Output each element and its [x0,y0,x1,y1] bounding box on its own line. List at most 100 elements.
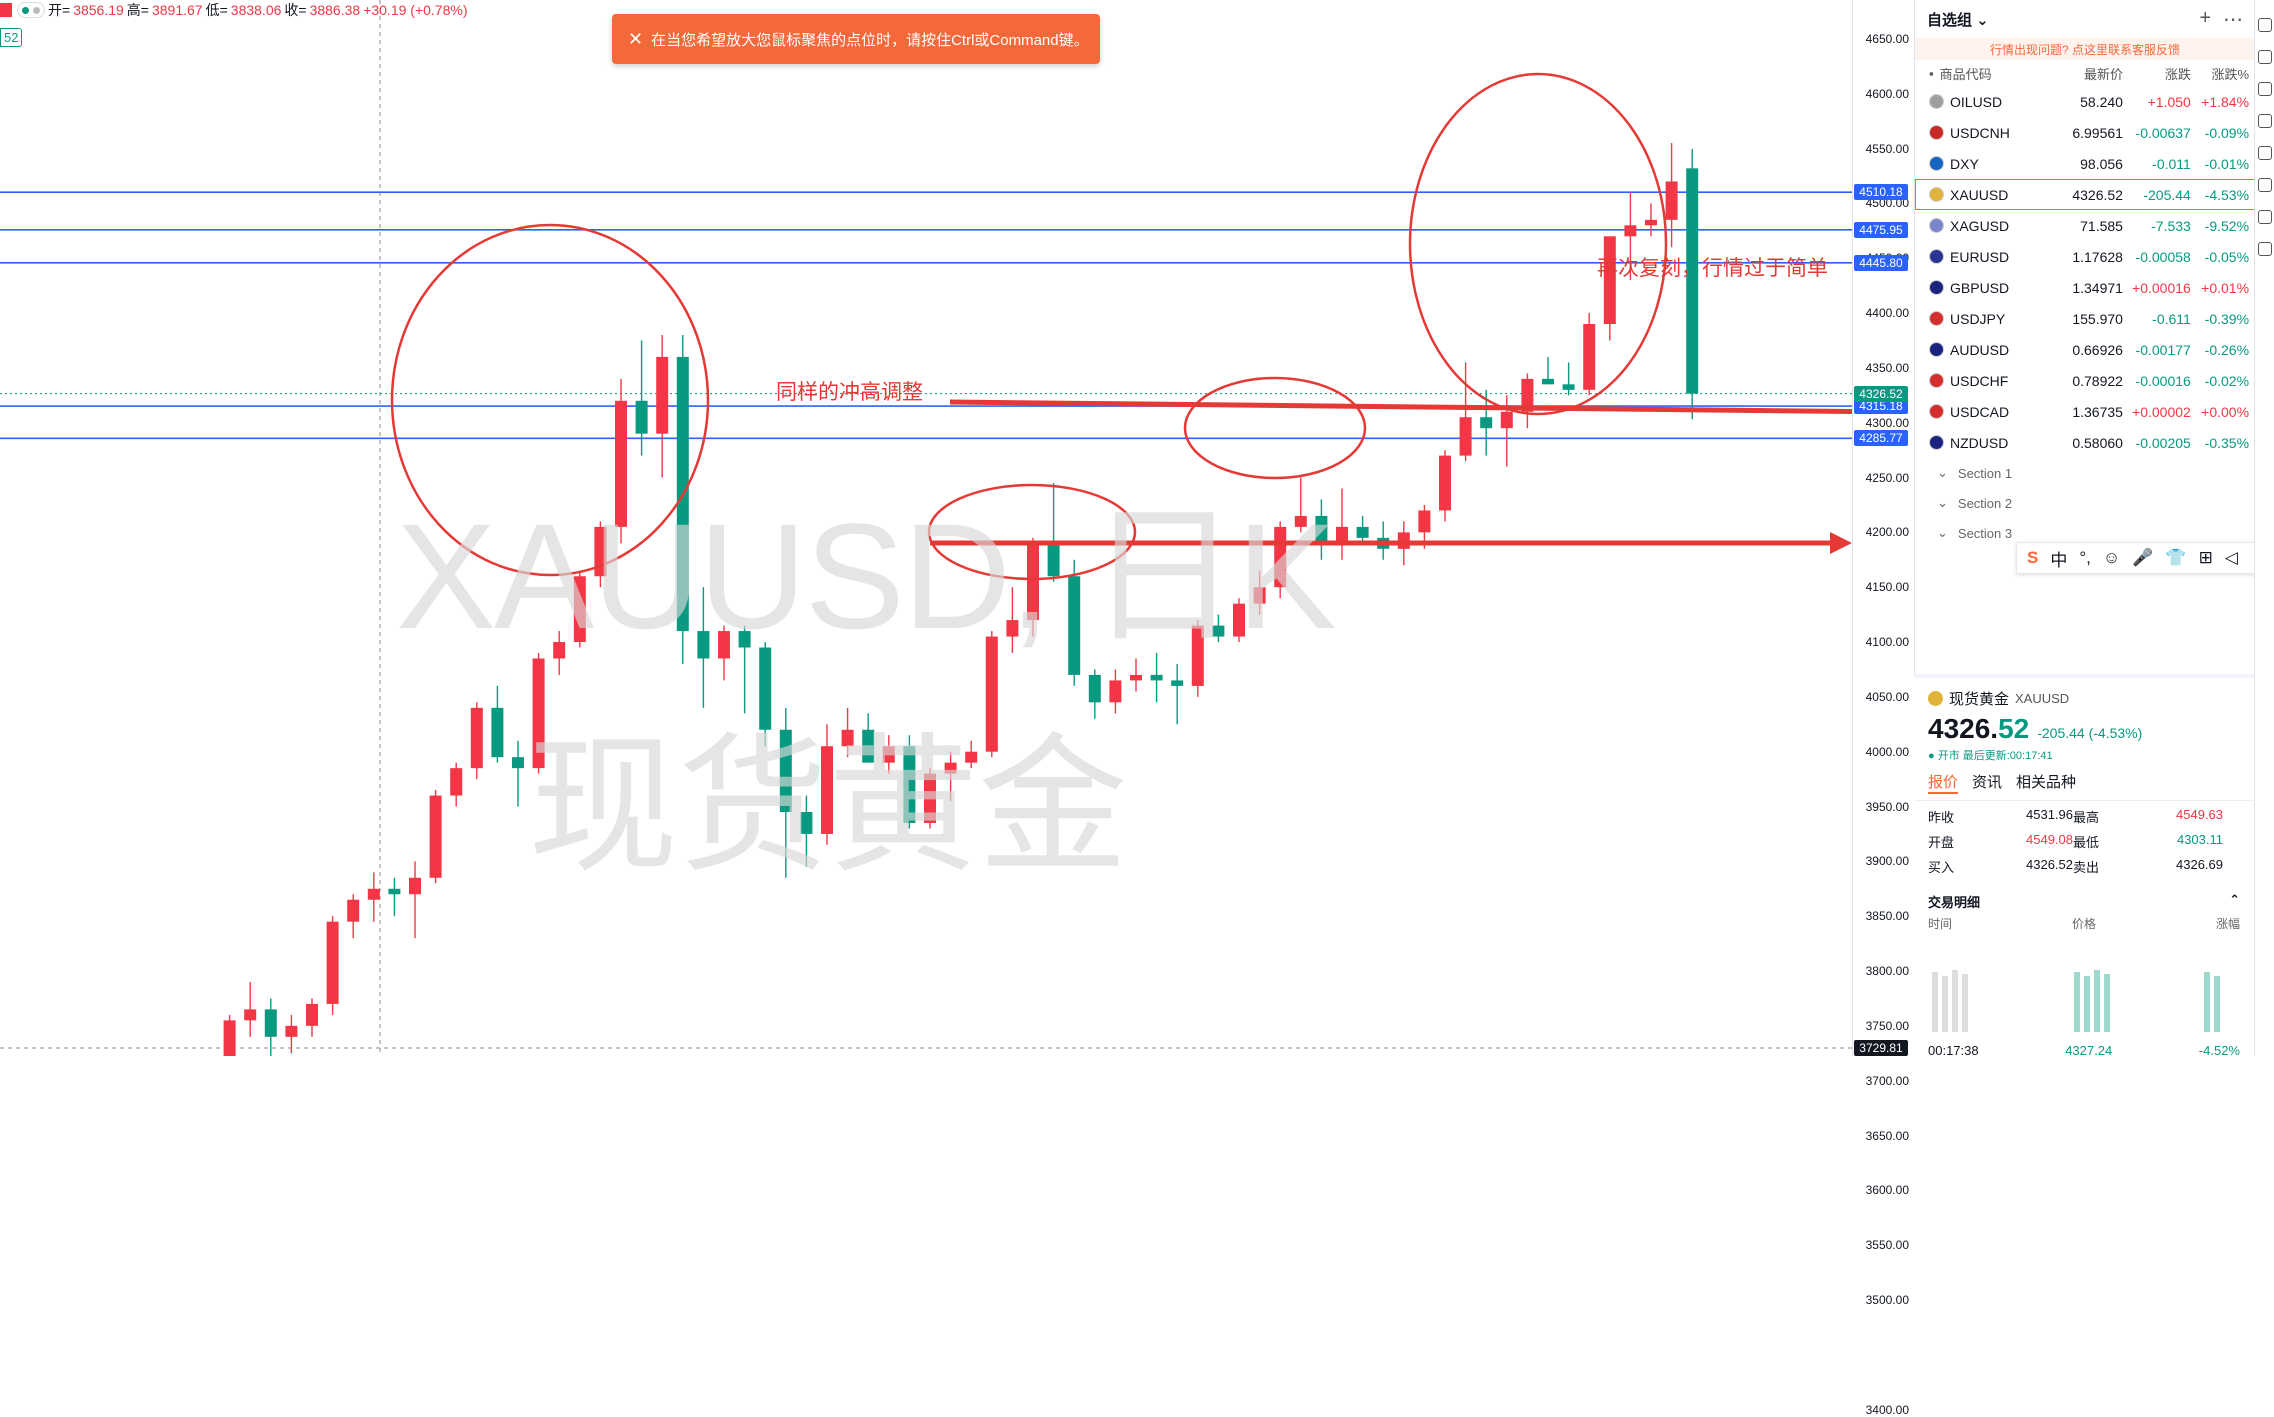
ime-button-4[interactable]: 🎤 [2132,548,2153,568]
row-symbol: OILUSD [1950,93,2003,110]
close-icon[interactable]: ✕ [628,29,643,50]
watermark-symbol: XAUUSD, 日K [396,492,1337,660]
chart-area[interactable]: 开= 3856.19 高= 3891.67 低= 3838.06 收= 3886.38 … [0,0,1852,1056]
row-last: 1.36735 [2072,403,2123,420]
price-tick: 4400.00 [1865,306,1909,321]
watchlist-row-gbpusd[interactable]: GBPUSD 1.34971 +0.00016 +0.01% [1915,272,2255,303]
watchlist-rows: OILUSD 58.240 +1.050 +1.84% USDCNH 6.99561 -0.… [1915,86,2255,458]
section-1[interactable]: ⌄ Section 1 [1915,458,2255,488]
calendar-tool-icon[interactable] [2258,114,2272,128]
price-tick: 3500.00 [1865,1292,1909,1307]
watermark-name: 现货黄金 [528,722,1129,890]
col-change[interactable]: 涨跌 [2123,64,2191,83]
tab-news[interactable]: 资讯 [1972,771,2002,794]
candle-body-22 [450,768,463,796]
ime-button-2[interactable]: °, [2079,548,2091,568]
chat-tool-icon[interactable] [2258,178,2272,192]
candle-body-16 [326,921,339,1004]
row-symbol: XAUUSD [1950,186,2009,203]
detail-tabs: 报价 资讯 相关品种 [1914,765,2254,801]
candle-body-12 [244,1009,257,1021]
price-tick: 4650.00 [1865,31,1909,46]
feedback-banner[interactable]: 行情出现问题? 点这里联系客服反馈 [1915,38,2255,60]
visibility-toggle[interactable] [17,2,45,18]
ime-button-6[interactable]: ⊞ [2199,548,2213,568]
quote-label: 卖出 [2073,860,2100,875]
ideas-tool-icon[interactable] [2258,242,2272,256]
layers-tool-icon[interactable] [2258,146,2272,160]
ime-button-5[interactable]: 👕 [2165,548,2186,568]
candle-body-80 [1645,219,1657,226]
watchlist-row-xauusd[interactable]: XAUUSD 4326.52 -205.44 -4.53% [1915,179,2255,210]
row-change: -0.00016 [2135,372,2191,389]
ime-button-7[interactable]: ◁ [2225,548,2238,568]
detail-price: 4326.52 -205.44 (-4.53%) [1914,709,2254,745]
ime-toolbar[interactable]: S 中 °, ☺ 🎤 👕 ⊞ ◁ [2016,542,2274,574]
more-icon[interactable]: ⋯ [2223,7,2243,32]
notes-tool-icon[interactable] [2258,82,2272,96]
eu-us-flag-icon [1929,249,1944,264]
price-tick: 4100.00 [1865,635,1909,650]
price-tick: 3800.00 [1865,964,1909,978]
row-last: 1.17628 [2072,248,2123,265]
row-pct: -0.26% [2204,341,2250,358]
watchlist-tool-icon[interactable] [2258,18,2272,32]
tab-related[interactable]: 相关品种 [2016,771,2076,794]
watchlist-row-nzdusd[interactable]: NZDUSD 0.58060 -0.00205 -0.35% [1915,427,2255,458]
alert-tool-icon[interactable] [2258,50,2272,64]
row-change: -0.00205 [2135,434,2191,451]
row-change: +0.00002 [2132,403,2191,420]
ime-button-3[interactable]: ☺ [2103,548,2120,568]
tab-quote[interactable]: 报价 [1928,771,1959,794]
row-pct: -0.02% [2204,372,2250,389]
row-symbol: NZDUSD [1950,434,2009,451]
zoom-hint-toast[interactable]: ✕ 在当您希望放大您鼠标聚焦的点位时，请按住Ctrl或Command键。 [612,14,1100,64]
section-label: Section 2 [1957,495,2013,511]
watchlist-row-eurusd[interactable]: EURUSD 1.17628 -0.00058 -0.05% [1915,241,2255,272]
price-tick: 4050.00 [1865,689,1909,704]
annotation-same-move: 同样的冲高调整 [776,381,923,404]
candle-body-81 [1665,181,1678,220]
right-toolbar [2254,0,2274,1056]
row-last: 155.970 [2072,310,2123,327]
add-icon[interactable]: + [2199,7,2211,32]
watchlist-row-dxy[interactable]: DXY 98.056 -0.011 -0.01% [1915,148,2255,179]
watchlist-row-usdchf[interactable]: USDCHF 0.78922 -0.00016 -0.02% [1915,365,2255,396]
row-last: 71.585 [2080,217,2123,234]
gb-us-flag-icon [1929,280,1944,295]
section-2[interactable]: ⌄ Section 2 [1915,488,2255,518]
watchlist-row-xagusd[interactable]: XAGUSD 71.585 -7.533 -9.52% [1915,210,2255,241]
watchlist-row-audusd[interactable]: AUDUSD 0.66926 -0.00177 -0.26% [1915,334,2255,365]
price-tick: 4000.00 [1865,744,1909,759]
annotation-arrow-high-line [949,399,1852,414]
candle-body-76 [1562,384,1575,390]
toast-text: 在当您希望放大您鼠标聚焦的点位时，请按住Ctrl或Command键。 [651,31,1089,49]
watchlist-columns: ▪ 商品代码 最新价 涨跌 涨跌% [1915,60,2255,86]
col-symbol[interactable]: ▪ 商品代码 [1929,64,2050,83]
quote-label: 开盘 [1928,835,1955,850]
quote-value: 4549.08 [2026,832,2073,847]
price-tick: 3600.00 [1865,1183,1909,1198]
collapse-icon[interactable]: ⌃ [2229,892,2240,911]
detail-symbol: XAUUSD [2015,691,2070,706]
row-change: +1.050 [2147,93,2191,110]
col-last[interactable]: 最新价 [2050,64,2123,83]
watchlist-row-usdcnh[interactable]: USDCNH 6.99561 -0.00637 -0.09% [1915,117,2255,148]
price-tick: 3750.00 [1865,1018,1909,1033]
row-change: +0.00016 [2132,279,2191,296]
target-tool-icon[interactable] [2258,210,2272,224]
watchlist-row-usdjpy[interactable]: USDJPY 155.970 -0.611 -0.39% [1915,303,2255,334]
watchlist-row-oilusd[interactable]: OILUSD 58.240 +1.050 +1.84% [1915,86,2255,117]
quote-value: 4549.63 [2176,807,2223,822]
ime-button-0[interactable]: S [2027,548,2038,568]
level-price-tag: 4445.80 [1854,254,1908,271]
row-last: 0.66926 [2072,341,2123,358]
us-cn-flag-icon [1929,125,1944,140]
ime-button-1[interactable]: 中 [2050,546,2067,571]
watchlist-row-usdcad[interactable]: USDCAD 1.36735 +0.00002 +0.00% [1915,396,2255,427]
last-price-tag: 4326.52 [1854,385,1908,402]
watchlist-title[interactable]: 自选组 ⌄ [1927,9,1989,30]
price-axis[interactable]: 4650.004600.004550.004500.004450.004400.… [1852,0,1915,1417]
candle-body-70 [1439,455,1451,511]
col-pct[interactable]: 涨跌% [2191,64,2249,83]
